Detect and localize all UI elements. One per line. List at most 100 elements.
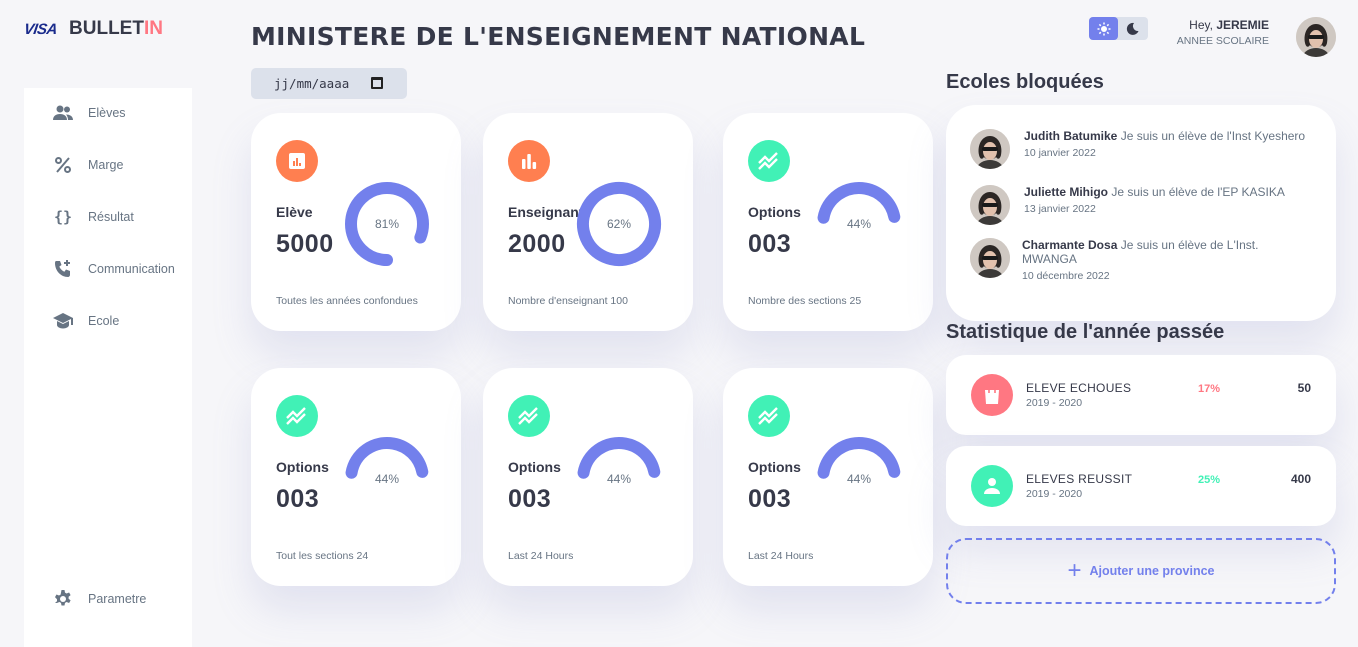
profile-subtitle: ANNEE SCOLAIRE	[1176, 35, 1269, 47]
shopping-bag-icon	[971, 374, 1013, 416]
stat-year: 2019 - 2020	[1026, 488, 1083, 500]
card-footer: Last 24 Hours	[748, 550, 814, 562]
stat-count: 50	[1297, 381, 1311, 395]
card-percent: 44%	[846, 217, 872, 231]
theme-toggle[interactable]	[1089, 17, 1148, 40]
visa-logo: VISA	[22, 20, 59, 38]
card-footer: Last 24 Hours	[508, 550, 574, 562]
stat-card[interactable]: Options 003 44% Nombre des sections 25	[723, 113, 933, 331]
brand-name: BULLETIN	[69, 18, 163, 39]
list-item[interactable]: Juliette Mihigo Je suis un élève de l'EP…	[970, 185, 1310, 225]
stat-count: 400	[1290, 472, 1311, 486]
sidebar-item-marge[interactable]: Marge	[24, 145, 192, 185]
sidebar-item-label: Elèves	[88, 106, 126, 120]
list-item[interactable]: Judith Batumike Je suis un élève de l'In…	[970, 129, 1310, 169]
update-text: Je suis un élève de l'Inst Kyeshero	[1120, 129, 1306, 143]
card-value: 003	[748, 485, 792, 513]
stat-name: ELEVES REUSSIT	[1026, 472, 1133, 486]
sidebar-item-communication[interactable]: Communication	[24, 249, 192, 289]
stat-card-reussit[interactable]: ELEVES REUSSIT 2019 - 2020 25% 400	[946, 446, 1336, 526]
card-title: Enseignant	[508, 204, 584, 220]
blocked-schools-title: Ecoles bloquées	[946, 71, 1104, 93]
calendar-icon[interactable]	[371, 77, 383, 89]
avatar	[970, 129, 1010, 169]
profile-info: Hey, JEREMIE ANNEE SCOLAIRE	[1177, 18, 1269, 47]
update-name: Juliette Mihigo	[1024, 185, 1108, 199]
card-title: Options	[748, 459, 801, 475]
update-text: Je suis un élève de l'EP KASIKA	[1111, 185, 1285, 199]
add-province-label: Ajouter une province	[1089, 564, 1215, 578]
sidebar-item-label: Ecole	[88, 314, 120, 328]
braces-icon: {}	[53, 208, 73, 226]
sidebar-item-parametre[interactable]: Parametre	[24, 579, 192, 619]
stat-card[interactable]: Options 003 44% Last 24 Hours	[483, 368, 693, 586]
logo: VISA BULLETIN	[22, 18, 163, 40]
update-name: Charmante Dosa	[1022, 238, 1118, 252]
sidebar-item-label: Communication	[88, 262, 175, 276]
avatar[interactable]	[1296, 17, 1336, 57]
sidebar: Elèves Marge {} Résultat Communication E…	[24, 88, 192, 647]
gear-icon	[52, 588, 74, 610]
card-title: Elève	[276, 204, 313, 220]
page-title: MINISTERE DE L'ENSEIGNEMENT NATIONAL	[251, 22, 866, 51]
card-footer: Tout les sections 24	[276, 550, 369, 562]
stat-card-echoues[interactable]: ELEVE ECHOUES 2019 - 2020 17% 50	[946, 355, 1336, 435]
update-date: 13 janvier 2022	[1024, 203, 1096, 215]
card-percent: 44%	[846, 472, 872, 486]
card-title: Options	[748, 204, 801, 220]
percent-icon	[52, 154, 74, 176]
stat-name: ELEVE ECHOUES	[1026, 381, 1132, 395]
avatar	[970, 185, 1010, 225]
card-footer: Nombre d'enseignant 100	[508, 295, 628, 307]
card-value: 003	[276, 485, 320, 513]
stat-year: 2019 - 2020	[1026, 397, 1083, 409]
date-input[interactable]: jj/mm/aaaa	[251, 68, 407, 99]
card-percent: 81%	[374, 217, 400, 231]
stat-percent: 25%	[1198, 474, 1221, 486]
sidebar-item-label: Résultat	[88, 210, 134, 224]
card-percent: 62%	[606, 217, 632, 231]
stat-card[interactable]: Enseignant 2000 62% Nombre d'enseignant 100	[483, 113, 693, 331]
bar-chart-icon	[508, 140, 550, 182]
school-icon	[52, 310, 74, 332]
add-province-button[interactable]: + Ajouter une province	[946, 538, 1336, 604]
sidebar-item-ecole[interactable]: Ecole	[24, 301, 192, 341]
sidebar-item-label: Marge	[88, 158, 124, 172]
trending-icon	[276, 395, 318, 437]
card-value: 2000	[508, 230, 566, 258]
update-date: 10 janvier 2022	[1024, 147, 1096, 159]
card-title: Options	[276, 459, 329, 475]
stats-title: Statistique de l'année passée	[946, 321, 1225, 343]
plus-icon: +	[1067, 557, 1082, 584]
moon-icon[interactable]	[1118, 17, 1147, 40]
users-icon	[52, 102, 74, 124]
trending-icon	[508, 395, 550, 437]
bar-chart-box-icon	[276, 140, 318, 182]
update-date: 10 décembre 2022	[1022, 270, 1110, 282]
card-footer: Nombre des sections 25	[748, 295, 862, 307]
trending-icon	[748, 395, 790, 437]
person-icon	[971, 465, 1013, 507]
phone-add-icon	[52, 258, 74, 280]
card-footer: Toutes les années confondues	[276, 295, 418, 307]
card-percent: 44%	[374, 472, 400, 486]
blocked-schools-list: Judith Batumike Je suis un élève de l'In…	[946, 105, 1336, 321]
list-item[interactable]: Charmante Dosa Je suis un élève de L'Ins…	[970, 238, 1310, 283]
stat-percent: 17%	[1198, 383, 1221, 395]
update-name: Judith Batumike	[1024, 129, 1118, 143]
stat-card[interactable]: Options 003 44% Tout les sections 24	[251, 368, 461, 586]
stat-card[interactable]: Options 003 44% Last 24 Hours	[723, 368, 933, 586]
date-placeholder: jj/mm/aaaa	[274, 76, 350, 91]
user-name: JEREMIE	[1216, 18, 1269, 32]
stat-card[interactable]: Elève 5000 81% Toutes les années confondues	[251, 113, 461, 331]
card-percent: 44%	[606, 472, 632, 486]
sun-icon[interactable]	[1089, 17, 1118, 40]
card-title: Options	[508, 459, 561, 475]
card-value: 003	[748, 230, 792, 258]
card-value: 5000	[276, 230, 334, 258]
sidebar-item-eleves[interactable]: Elèves	[24, 93, 192, 133]
trending-icon	[748, 140, 790, 182]
sidebar-item-label: Parametre	[88, 592, 147, 606]
sidebar-item-resultat[interactable]: {} Résultat	[24, 197, 192, 237]
avatar	[970, 238, 1010, 278]
